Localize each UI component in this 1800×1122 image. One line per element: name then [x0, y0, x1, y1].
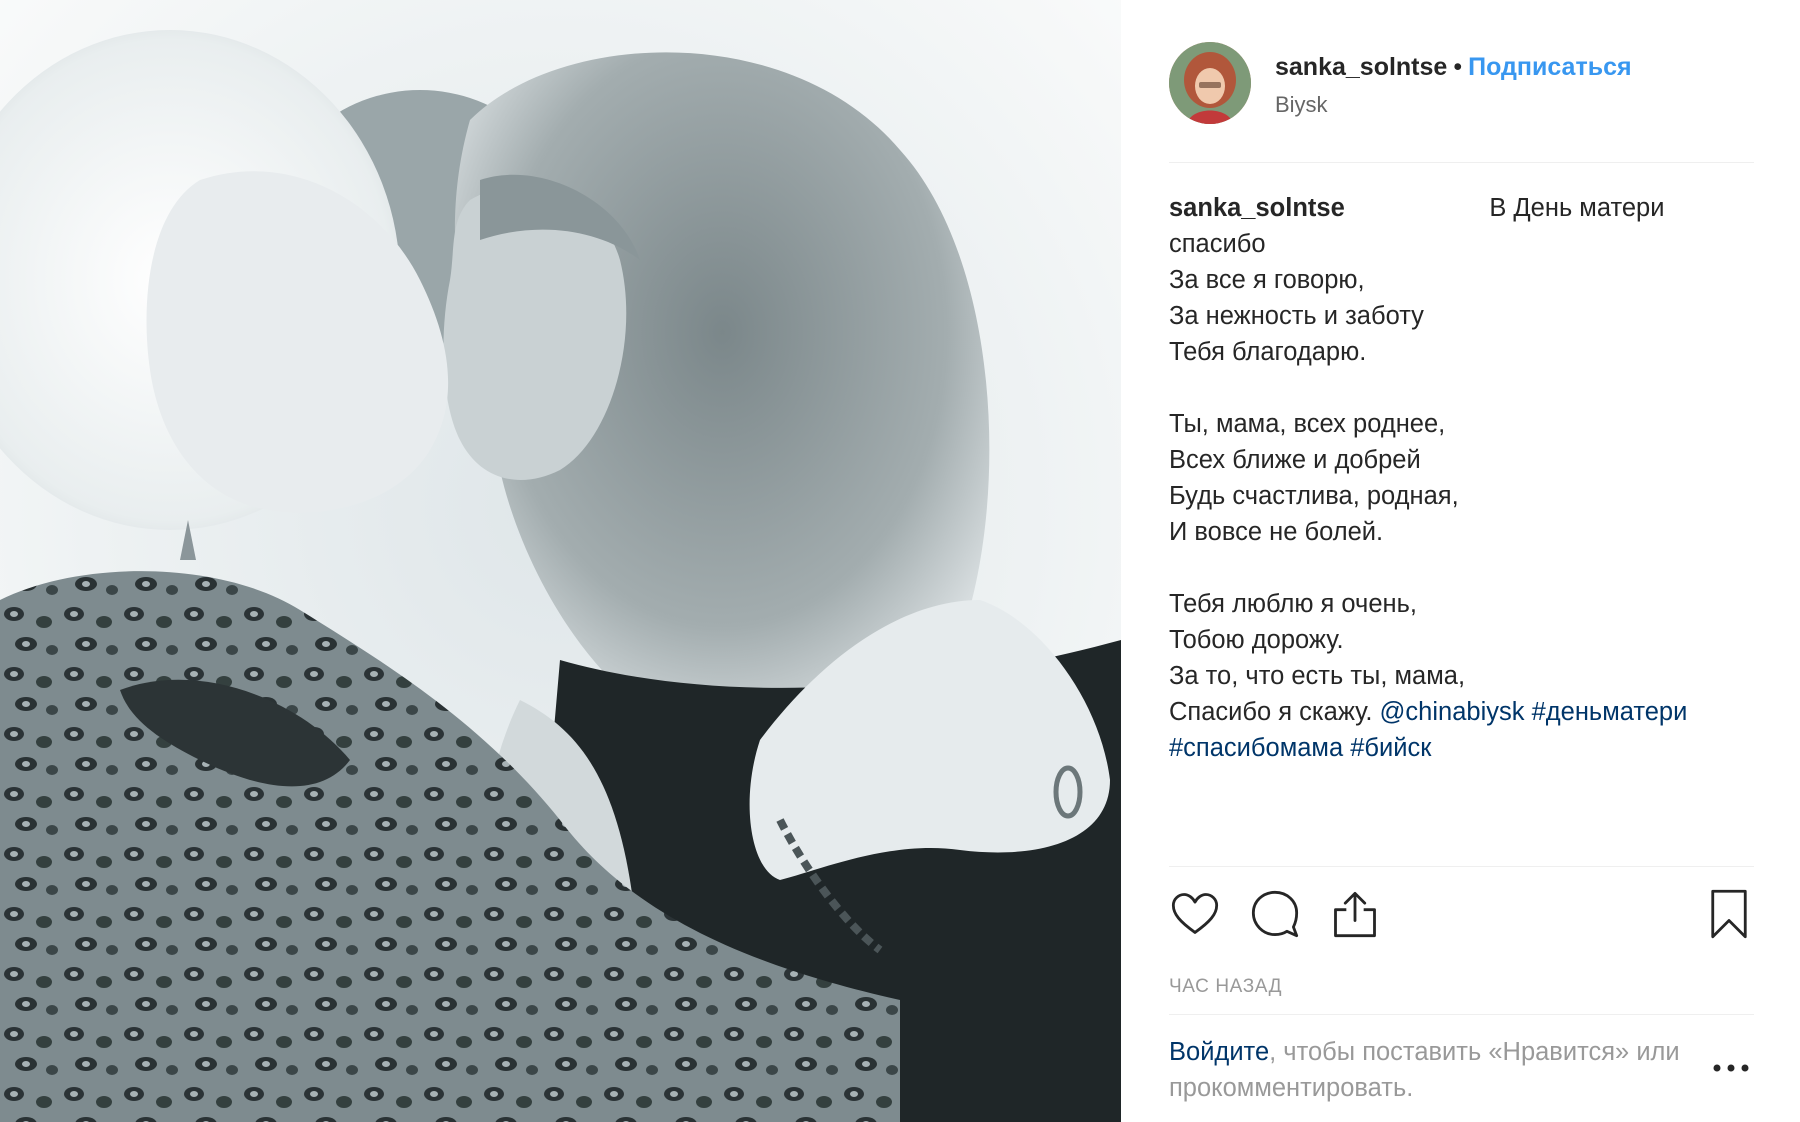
separator-dot: •: [1453, 53, 1463, 81]
photo-illustration: [0, 0, 1121, 1122]
caption-hashtags-line: #спасибомама #бийск: [1169, 730, 1754, 766]
bookmark-icon[interactable]: [1703, 888, 1755, 940]
caption-first-text: В День матери: [1489, 194, 1665, 222]
login-link[interactable]: Войдите: [1169, 1038, 1269, 1066]
login-divider: [1169, 1014, 1754, 1015]
caption-line: Ты, мама, всех роднее,: [1169, 410, 1446, 438]
hashtag-link[interactable]: #бийск: [1350, 734, 1431, 762]
post-caption: sanka_solntse ⁣ ⁣ ⁣ ⁣ ⁣ ⁣ ⁣ ⁣ ⁣ ⁣ ⁣ ⁣ ⁣ …: [1169, 190, 1754, 766]
username-line: sanka_solntse • Подписаться: [1275, 52, 1632, 82]
caption-invisible-filler: ⁣ ⁣ ⁣ ⁣ ⁣ ⁣ ⁣ ⁣ ⁣ ⁣ ⁣ ⁣ ⁣ ⁣ ⁣ ⁣ ⁣ ⁣: [1351, 194, 1490, 222]
comment-icon[interactable]: [1249, 888, 1301, 940]
mention-link[interactable]: @chinabiysk: [1380, 698, 1525, 726]
post-actions: [1169, 888, 1754, 944]
caption-line: Всех ближе и добрей: [1169, 446, 1421, 474]
post-photo[interactable]: [0, 0, 1121, 1122]
post-sidebar: sanka_solntse • Подписаться Biysk sanka_so…: [1121, 0, 1800, 1122]
hashtag-link[interactable]: #деньматери: [1532, 698, 1688, 726]
follow-button[interactable]: Подписаться: [1468, 53, 1631, 81]
caption-line: Тобою дорожу.: [1169, 626, 1344, 654]
caption-line: За все я говорю,: [1169, 266, 1365, 294]
caption-author[interactable]: sanka_solntse: [1169, 194, 1345, 222]
caption-last-line: Спасибо я скажу. @chinabiysk #деньматери: [1169, 694, 1754, 730]
login-prompt: Войдите, чтобы поставить «Нравится» или …: [1169, 1034, 1689, 1106]
instagram-post: sanka_solntse • Подписаться Biysk sanka_so…: [0, 0, 1800, 1122]
caption-first-line: sanka_solntse ⁣ ⁣ ⁣ ⁣ ⁣ ⁣ ⁣ ⁣ ⁣ ⁣ ⁣ ⁣ ⁣ …: [1169, 190, 1754, 226]
location-link[interactable]: Biysk: [1275, 92, 1328, 118]
caption-line: спасибо: [1169, 230, 1266, 258]
caption-line: За нежность и заботу: [1169, 302, 1424, 330]
caption-last-text: Спасибо я скажу.: [1169, 698, 1373, 726]
post-header: sanka_solntse • Подписаться Biysk: [1169, 42, 1754, 163]
user-avatar[interactable]: [1169, 42, 1251, 124]
caption-line: Тебя благодарю.: [1169, 338, 1367, 366]
caption-line: Тебя люблю я очень,: [1169, 590, 1417, 618]
share-icon[interactable]: [1329, 888, 1381, 940]
caption-line: И вовсе не болей.: [1169, 518, 1384, 546]
avatar-image: [1169, 42, 1251, 124]
heart-icon[interactable]: [1169, 888, 1221, 940]
caption-line: Будь счастлива, родная,: [1169, 482, 1459, 510]
post-timestamp[interactable]: ЧАС НАЗАД: [1169, 976, 1282, 998]
caption-line: За то, что есть ты, мама,: [1169, 662, 1466, 690]
actions-divider: [1169, 866, 1754, 867]
username-link[interactable]: sanka_solntse: [1275, 53, 1447, 81]
more-dots-icon[interactable]: [1711, 1058, 1751, 1078]
hashtag-link[interactable]: #спасибомама: [1169, 734, 1343, 762]
